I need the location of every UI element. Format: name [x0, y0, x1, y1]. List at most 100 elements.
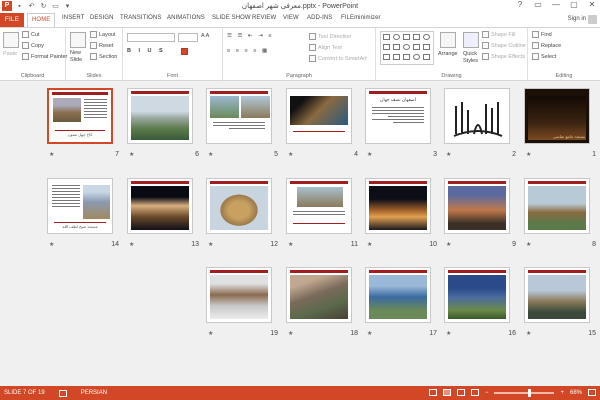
fit-to-window-icon[interactable] [588, 389, 596, 396]
normal-view-icon[interactable] [428, 389, 437, 396]
slide-thumbnail-7[interactable]: کاخ چهل ستون [47, 88, 113, 144]
slide-image [297, 187, 343, 207]
list-buttons[interactable]: ☰ ☰ ⇤ ⇥ ≡ [227, 33, 273, 39]
slide-thumbnail-8[interactable] [524, 178, 590, 234]
shape-item[interactable] [413, 44, 420, 50]
slide-image [290, 96, 348, 125]
zoom-slider[interactable] [494, 388, 555, 397]
slide-show-view-icon[interactable] [470, 389, 479, 396]
shape-item[interactable] [403, 34, 410, 40]
slide-thumbnail-2[interactable] [444, 88, 510, 144]
cut-button[interactable]: Cut [22, 31, 40, 38]
shape-item[interactable] [423, 34, 430, 40]
tab-animations[interactable]: ANIMATIONS [167, 15, 205, 21]
arrange-icon[interactable] [440, 32, 456, 48]
slide-header-bar [369, 91, 427, 94]
tab-view[interactable]: VIEW [283, 15, 299, 21]
tab-transitions[interactable]: TRANSITIONS [120, 15, 161, 21]
text-direction-button[interactable]: Text Direction [309, 33, 351, 40]
tab-file[interactable]: FILE [0, 13, 24, 27]
zoom-out-icon[interactable]: − [485, 390, 489, 396]
ribbon-display-icon[interactable]: ▭ [532, 0, 544, 9]
slide-body-text [52, 185, 80, 209]
maximize-icon[interactable]: ▢ [568, 0, 580, 9]
tab-review[interactable]: REVIEW [252, 15, 276, 21]
slide-thumbnail-3[interactable]: اصفهان نصف جهان [365, 88, 431, 144]
shapes-gallery[interactable] [380, 31, 434, 65]
slide-thumbnail-12[interactable] [206, 178, 272, 234]
paste-icon[interactable] [3, 32, 19, 48]
shape-fill-button[interactable]: Shape Fill [482, 31, 515, 38]
section-button[interactable]: Section [90, 53, 117, 60]
slide-thumbnail-14[interactable]: مسجد شیخ لطف الله [47, 178, 113, 234]
user-icon[interactable] [588, 15, 597, 24]
shape-item[interactable] [403, 54, 410, 60]
font-size-input[interactable] [178, 33, 198, 42]
close-icon[interactable]: ✕ [586, 0, 598, 9]
new-slide-icon[interactable] [70, 32, 86, 48]
shape-item[interactable] [403, 44, 410, 50]
arrange-button[interactable]: Arrange [438, 51, 458, 57]
minimize-icon[interactable]: — [550, 0, 562, 9]
shape-outline-button[interactable]: Shape Outline [482, 42, 526, 49]
shape-item[interactable] [383, 34, 390, 40]
copy-button[interactable]: Copy [22, 42, 44, 49]
slide-thumbnail-6[interactable] [127, 88, 193, 144]
shape-item[interactable] [423, 44, 430, 50]
slide-thumbnail-5[interactable] [206, 88, 272, 144]
layout-button[interactable]: Layout [90, 31, 116, 38]
shape-item[interactable] [393, 44, 400, 50]
align-text-button[interactable]: Align Text [309, 44, 342, 51]
tab-add-ins[interactable]: ADD-INS [307, 15, 332, 21]
editing-label: Editing [555, 73, 573, 79]
shape-item[interactable] [383, 54, 390, 60]
shape-item[interactable] [393, 54, 400, 60]
slide-thumbnail-1[interactable]: مسجد جامع عباسی [524, 88, 590, 144]
spell-check-icon[interactable] [58, 390, 67, 397]
tab-slide-show[interactable]: SLIDE SHOW [212, 15, 251, 21]
shape-effects-button[interactable]: Shape Effects [482, 53, 525, 60]
shape-item[interactable] [383, 44, 390, 50]
tab-home[interactable]: HOME [27, 13, 56, 27]
tab-insert[interactable]: INSERT [62, 15, 85, 21]
tab-design[interactable]: DESIGN [90, 15, 114, 21]
shape-item[interactable] [413, 54, 420, 60]
zoom-slider-thumb[interactable] [528, 388, 532, 397]
slide-thumbnail-10[interactable] [365, 178, 431, 234]
slide-thumbnail-9[interactable] [444, 178, 510, 234]
zoom-in-icon[interactable]: + [560, 390, 564, 396]
slide-thumbnail-18[interactable] [286, 267, 352, 323]
slide-thumbnail-19[interactable] [206, 267, 272, 323]
shape-item[interactable] [393, 34, 400, 40]
slide-thumbnail-11[interactable] [286, 178, 352, 234]
tab-fileminimizer[interactable]: FILEminimizer [341, 15, 381, 21]
slide-sorter-view-icon[interactable] [442, 389, 451, 396]
zoom-level[interactable]: 68% [570, 390, 582, 396]
shape-item[interactable] [423, 54, 430, 60]
replace-button[interactable]: Replace [532, 42, 561, 49]
shape-item[interactable] [413, 34, 420, 40]
font-format-buttons[interactable]: B I U S [127, 48, 166, 54]
font-color-button[interactable] [181, 48, 188, 55]
reset-button[interactable]: Reset [90, 42, 113, 49]
slide-thumbnail-13[interactable] [127, 178, 193, 234]
font-size-buttons[interactable]: A A [201, 33, 209, 39]
format-painter-button[interactable]: Format Painter [22, 53, 67, 60]
slide-thumbnail-4[interactable] [286, 88, 352, 144]
language-indicator[interactable]: PERSIAN [81, 390, 107, 397]
slide-thumbnail-17[interactable] [365, 267, 431, 323]
select-button[interactable]: Select [532, 53, 556, 60]
help-icon[interactable]: ? [514, 0, 526, 9]
slide-thumbnail-15[interactable] [524, 267, 590, 323]
reading-view-icon[interactable] [456, 389, 465, 396]
sign-in-link[interactable]: Sign in [568, 16, 586, 22]
font-name-input[interactable] [127, 33, 175, 42]
convert-smartart-button[interactable]: Convert to SmartArt [309, 55, 367, 62]
quick-styles-icon[interactable] [463, 32, 479, 48]
align-buttons[interactable]: ≡ ≡ ≡ ≡ ▦ [227, 48, 269, 54]
new-slide-button[interactable]: New [70, 50, 81, 56]
paste-button[interactable]: Paste [3, 51, 17, 57]
quick-styles-button[interactable]: Quick [463, 51, 477, 57]
slide-thumbnail-16[interactable] [444, 267, 510, 323]
find-button[interactable]: Find [532, 31, 552, 38]
